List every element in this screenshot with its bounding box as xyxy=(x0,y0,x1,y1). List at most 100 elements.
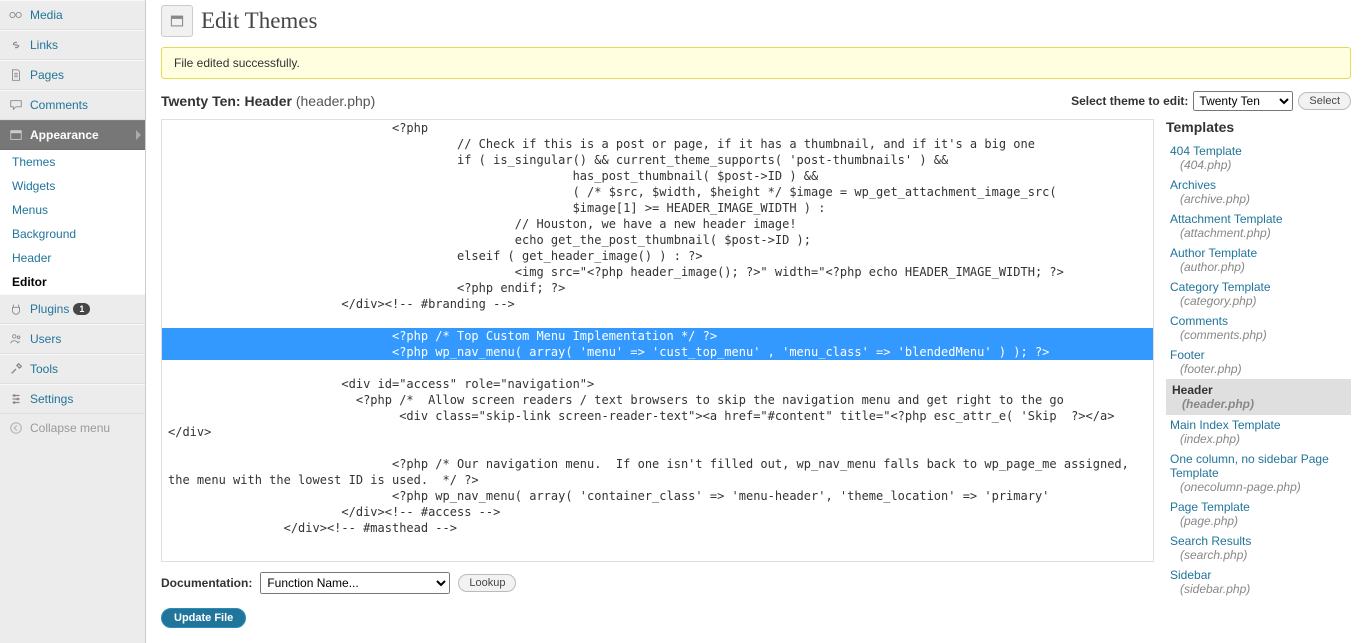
page-icon xyxy=(8,67,24,83)
submenu-item-widgets[interactable]: Widgets xyxy=(0,174,145,198)
themes-icon xyxy=(161,5,193,37)
sidebar-label: Plugins xyxy=(30,302,69,316)
code-line: <?php /* Top Custom Menu Implementation … xyxy=(162,328,1153,344)
template-item[interactable]: One column, no sidebar Page Template(one… xyxy=(1166,449,1351,497)
sidebar-label: Media xyxy=(30,8,63,22)
template-name: Page Template xyxy=(1170,500,1250,514)
sidebar-label: Users xyxy=(30,332,61,346)
submenu-item-menus[interactable]: Menus xyxy=(0,198,145,222)
update-file-button[interactable]: Update File xyxy=(161,608,246,628)
submenu-item-background[interactable]: Background xyxy=(0,222,145,246)
template-file: (attachment.php) xyxy=(1170,226,1351,240)
template-item[interactable]: Author Template(author.php) xyxy=(1166,243,1351,277)
template-name: Author Template xyxy=(1170,246,1257,260)
template-item[interactable]: Sidebar(sidebar.php) xyxy=(1166,565,1351,599)
settings-icon xyxy=(8,391,24,407)
code-line xyxy=(162,312,1153,328)
template-item[interactable]: Footer(footer.php) xyxy=(1166,345,1351,379)
code-line: echo get_the_post_thumbnail( $post->ID )… xyxy=(162,232,1153,248)
template-name: Archives xyxy=(1170,178,1216,192)
template-item[interactable]: Main Index Template(index.php) xyxy=(1166,415,1351,449)
theme-select-group: Select theme to edit: Twenty Ten Select xyxy=(1071,91,1351,111)
templates-panel: Templates 404 Template(404.php)Archives(… xyxy=(1166,119,1351,628)
sidebar-label: Pages xyxy=(30,68,64,82)
code-editor[interactable]: <?php // Check if this is a post or page… xyxy=(161,119,1154,562)
sidebar-label: Appearance xyxy=(30,128,99,142)
sidebar-item-tools[interactable]: Tools xyxy=(0,354,145,384)
code-line: </div><!-- #branding --> xyxy=(162,296,1153,312)
tools-icon xyxy=(8,361,24,377)
template-file: (author.php) xyxy=(1170,260,1351,274)
submenu-item-header[interactable]: Header xyxy=(0,246,145,270)
template-name: Footer xyxy=(1170,348,1205,362)
plugin-icon xyxy=(8,301,24,317)
sidebar-item-plugins[interactable]: Plugins 1 xyxy=(0,294,145,324)
code-line: <img src="<?php header_image(); ?>" widt… xyxy=(162,264,1153,280)
documentation-label: Documentation: xyxy=(161,576,252,590)
template-file: (comments.php) xyxy=(1170,328,1351,342)
code-line: <?php /* Our navigation menu. If one isn… xyxy=(162,456,1153,472)
sidebar-item-pages[interactable]: Pages xyxy=(0,60,145,90)
sidebar-item-links[interactable]: Links xyxy=(0,30,145,60)
theme-select-dropdown[interactable]: Twenty Ten xyxy=(1193,91,1293,111)
code-line: <?php /* Allow screen readers / text bro… xyxy=(162,392,1153,408)
template-item[interactable]: Comments(comments.php) xyxy=(1166,311,1351,345)
sidebar-item-media[interactable]: Media xyxy=(0,0,145,30)
template-file: (page.php) xyxy=(1170,514,1351,528)
submenu-item-themes[interactable]: Themes xyxy=(0,150,145,174)
file-title: Twenty Ten: Header (header.php) xyxy=(161,93,375,109)
code-line: the menu with the lowest ID is used. */ … xyxy=(162,472,1153,488)
select-button[interactable]: Select xyxy=(1298,92,1351,110)
template-item[interactable]: Archives(archive.php) xyxy=(1166,175,1351,209)
template-file: (header.php) xyxy=(1172,397,1345,411)
template-name: Category Template xyxy=(1170,280,1271,294)
sidebar-item-appearance[interactable]: Appearance xyxy=(0,120,145,150)
sidebar-item-settings[interactable]: Settings xyxy=(0,384,145,414)
code-line: // Check if this is a post or page, if i… xyxy=(162,136,1153,152)
badge: 1 xyxy=(73,303,90,315)
template-name: 404 Template xyxy=(1170,144,1242,158)
template-item[interactable]: Page Template(page.php) xyxy=(1166,497,1351,531)
collapse-menu[interactable]: Collapse menu xyxy=(0,414,145,442)
function-select[interactable]: Function Name... xyxy=(260,572,450,594)
success-notice: File edited successfully. xyxy=(161,47,1351,79)
template-file: (archive.php) xyxy=(1170,192,1351,206)
editor-header: Twenty Ten: Header (header.php) Select t… xyxy=(161,91,1351,111)
template-file: (footer.php) xyxy=(1170,362,1351,376)
template-file: (sidebar.php) xyxy=(1170,582,1351,596)
template-item[interactable]: 404 Template(404.php) xyxy=(1166,141,1351,175)
sidebar-label: Settings xyxy=(30,392,73,406)
template-file: (search.php) xyxy=(1170,548,1351,562)
template-item[interactable]: Header(header.php) xyxy=(1166,379,1351,415)
template-item[interactable]: Attachment Template(attachment.php) xyxy=(1166,209,1351,243)
template-name: Sidebar xyxy=(1170,568,1211,582)
theme-select-label: Select theme to edit: xyxy=(1071,94,1188,108)
collapse-label: Collapse menu xyxy=(30,421,110,435)
sidebar-item-users[interactable]: Users xyxy=(0,324,145,354)
link-icon xyxy=(8,37,24,53)
template-file: (category.php) xyxy=(1170,294,1351,308)
code-line: </div><!-- #masthead --> xyxy=(162,520,1153,536)
lookup-button[interactable]: Lookup xyxy=(458,574,516,592)
page-header: Edit Themes xyxy=(161,5,1351,37)
media-icon xyxy=(8,7,24,23)
code-line: </div><!-- #access --> xyxy=(162,504,1153,520)
code-line: has_post_thumbnail( $post->ID ) && xyxy=(162,168,1153,184)
code-line: ( /* $src, $width, $height */ $image = w… xyxy=(162,184,1153,200)
submenu-item-editor[interactable]: Editor xyxy=(0,270,145,294)
code-line: elseif ( get_header_image() ) : ?> xyxy=(162,248,1153,264)
appearance-icon xyxy=(8,127,24,143)
template-name: Main Index Template xyxy=(1170,418,1281,432)
templates-heading: Templates xyxy=(1166,119,1351,135)
code-line: <div class="skip-link screen-reader-text… xyxy=(162,408,1153,424)
template-name: Search Results xyxy=(1170,534,1251,548)
comment-icon xyxy=(8,97,24,113)
sidebar-item-comments[interactable]: Comments xyxy=(0,90,145,120)
template-file: (onecolumn-page.php) xyxy=(1170,480,1351,494)
template-item[interactable]: Search Results(search.php) xyxy=(1166,531,1351,565)
code-line: $image[1] >= HEADER_IMAGE_WIDTH ) : xyxy=(162,200,1153,216)
page-title: Edit Themes xyxy=(201,8,317,34)
code-line: <?php wp_nav_menu( array( 'container_cla… xyxy=(162,488,1153,504)
template-item[interactable]: Category Template(category.php) xyxy=(1166,277,1351,311)
template-file: (404.php) xyxy=(1170,158,1351,172)
